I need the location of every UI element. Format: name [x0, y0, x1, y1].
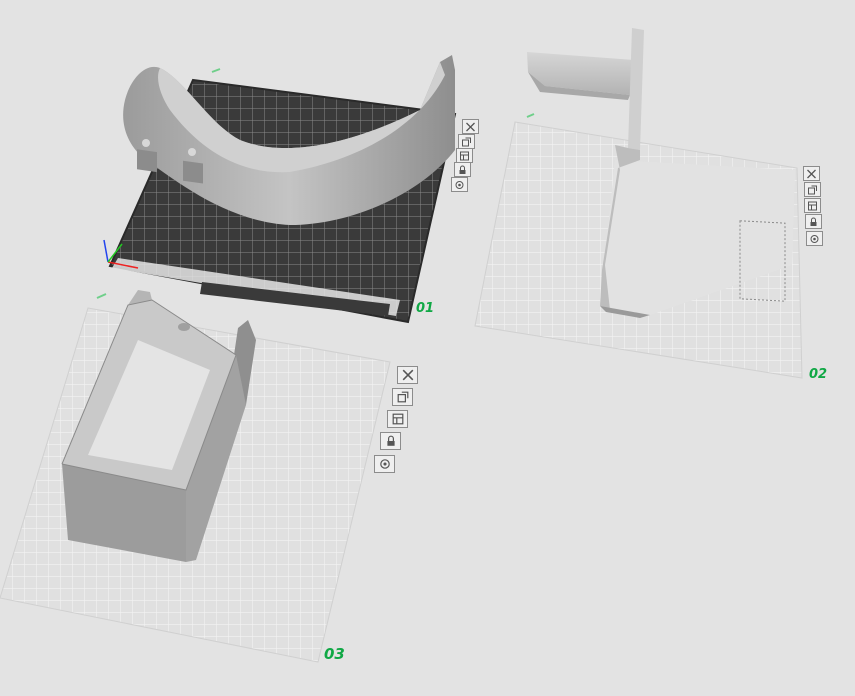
auto-orient-icon	[397, 391, 408, 403]
plate-01-lock-button[interactable]	[454, 162, 471, 177]
plate-01-logo-icon	[211, 68, 221, 73]
arrange-icon	[460, 151, 469, 160]
plate-03-close-button[interactable]	[397, 366, 418, 384]
close-icon	[402, 369, 413, 381]
auto-orient-icon	[462, 137, 471, 146]
gear-icon	[379, 459, 390, 469]
gear-icon	[455, 180, 464, 189]
plate-02-label[interactable]: 02	[809, 367, 827, 382]
auto-orient-icon	[808, 185, 817, 194]
lock-icon	[459, 165, 466, 174]
plate-03-arrange-button[interactable]	[387, 410, 408, 428]
plate-01-settings-button[interactable]	[451, 177, 468, 192]
plate-03-logo-icon	[96, 293, 107, 299]
plate-02-close-button[interactable]	[803, 166, 820, 181]
plate-01-orient-button[interactable]	[458, 134, 475, 149]
gear-icon	[810, 234, 819, 243]
lock-icon	[810, 217, 817, 226]
plate-01-arrange-button[interactable]	[456, 148, 473, 163]
close-icon	[466, 122, 475, 131]
plate-03-orient-button[interactable]	[392, 388, 413, 406]
plate-03-lock-button[interactable]	[380, 432, 401, 450]
plate-01-label[interactable]: 01	[416, 301, 434, 316]
plate-02-settings-button[interactable]	[806, 231, 823, 246]
plate-02-orient-button[interactable]	[804, 182, 821, 197]
lock-icon	[386, 435, 395, 446]
plate-03-settings-button[interactable]	[374, 455, 395, 473]
plate-03-label[interactable]: 03	[324, 645, 345, 663]
plate-02-arrange-button[interactable]	[804, 198, 821, 213]
plate-02-lock-button[interactable]	[805, 214, 822, 229]
plate-01-close-button[interactable]	[462, 119, 479, 134]
close-icon	[807, 169, 816, 178]
arrange-icon	[392, 413, 403, 425]
arrange-icon	[808, 201, 817, 210]
plate-02-logo-icon	[526, 113, 535, 118]
3d-viewport[interactable]	[0, 0, 855, 696]
